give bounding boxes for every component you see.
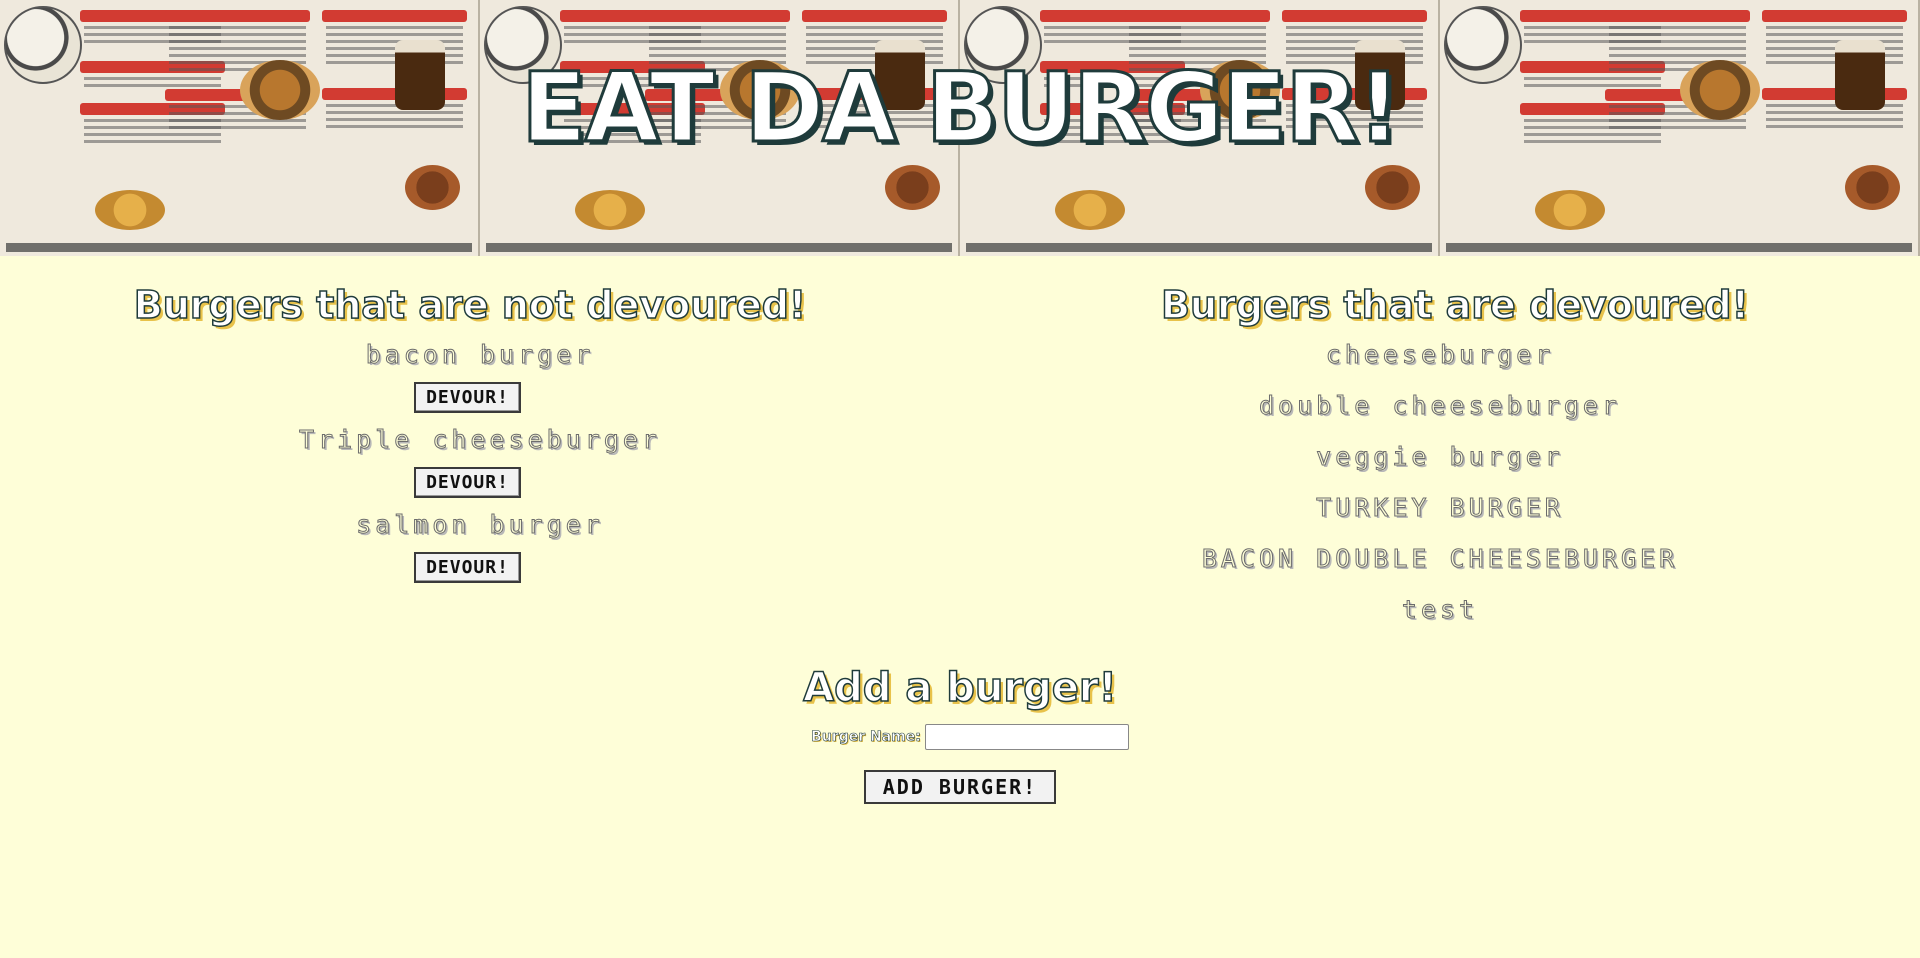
add-burger-form: Add a burger! Burger Name: ADD BURGER! — [0, 665, 1920, 804]
header-banner: EAT DA BURGER! — [0, 0, 1920, 256]
devour-button[interactable]: DEVOUR! — [414, 382, 521, 413]
list-item: veggie burger — [1316, 442, 1564, 471]
list-item: bacon burger DEVOUR! — [0, 342, 960, 427]
devoured-column: Burgers that are devoured! cheeseburger … — [960, 256, 1920, 648]
list-item: BACON DOUBLE CHEESEBURGER — [1201, 544, 1679, 573]
burger-columns: Burgers that are not devoured! bacon bur… — [0, 256, 1920, 656]
list-item: salmon burger DEVOUR! — [0, 512, 960, 597]
burger-name-input[interactable] — [924, 724, 1129, 750]
add-burger-heading: Add a burger! — [802, 665, 1117, 711]
list-item: double cheeseburger — [1259, 391, 1621, 420]
not-devoured-column: Burgers that are not devoured! bacon bur… — [0, 256, 960, 597]
add-burger-button[interactable]: ADD BURGER! — [864, 770, 1056, 804]
list-item: test — [1401, 595, 1479, 624]
devour-button[interactable]: DEVOUR! — [414, 467, 521, 498]
devoured-heading: Burgers that are devoured! — [1160, 283, 1749, 327]
list-item: Triple cheeseburger DEVOUR! — [0, 427, 960, 512]
page-title: EAT DA BURGER! — [520, 52, 1403, 164]
burger-name: salmon burger — [356, 510, 604, 539]
form-row: Burger Name: — [20, 724, 1920, 750]
list-item: cheeseburger — [1325, 340, 1555, 369]
burger-name: Triple cheeseburger — [299, 425, 661, 454]
list-item: TURKEY BURGER — [1316, 493, 1564, 522]
burger-name: bacon burger — [365, 340, 595, 369]
burger-name-label: Burger Name: — [811, 729, 921, 746]
devour-button[interactable]: DEVOUR! — [414, 552, 521, 583]
not-devoured-heading: Burgers that are not devoured! — [133, 283, 807, 327]
